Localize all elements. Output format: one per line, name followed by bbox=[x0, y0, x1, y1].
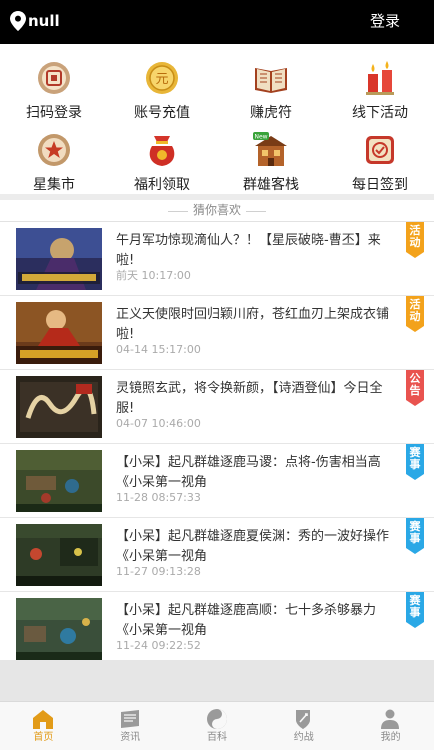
profile-icon bbox=[381, 709, 400, 729]
menu-item-star-market[interactable]: 星集市 bbox=[0, 122, 108, 194]
news-item[interactable]: 正义天使限时回归颖川府，苍红血刃上架成衣铺啦! 04-14 15:17:00 活… bbox=[0, 296, 434, 370]
tag-label: 活动 bbox=[409, 298, 421, 323]
tab-news[interactable]: 资讯 bbox=[87, 702, 174, 750]
tab-battle[interactable]: 约战 bbox=[260, 702, 347, 750]
tab-label: 资讯 bbox=[120, 732, 141, 743]
recommend-section-header: 猜你喜欢 bbox=[0, 200, 434, 222]
category-tag: 活动 bbox=[406, 296, 424, 332]
tag-label: 赛事 bbox=[409, 520, 421, 545]
list-bottom-gap bbox=[0, 660, 434, 701]
book-icon bbox=[255, 68, 287, 93]
news-thumbnail bbox=[16, 376, 102, 438]
news-thumbnail bbox=[16, 228, 102, 290]
tab-label: 百科 bbox=[206, 732, 227, 743]
new-badge: New bbox=[254, 134, 267, 141]
sign-in-icon bbox=[366, 136, 394, 164]
login-button[interactable]: 登录 bbox=[370, 11, 400, 31]
news-item[interactable]: 【小呆】起凡群雄逐鹿夏侯渊：秀的一波好操作《小呆第一视角 11-27 09:13… bbox=[0, 518, 434, 592]
news-thumbnail bbox=[16, 524, 102, 586]
menu-label: 群雄客栈 bbox=[243, 177, 299, 193]
menu-item-recharge[interactable]: 元 账号充值 bbox=[108, 50, 216, 122]
news-thumbnail bbox=[16, 450, 102, 512]
menu-label: 线下活动 bbox=[352, 105, 408, 121]
battle-icon bbox=[296, 710, 311, 729]
tag-label: 赛事 bbox=[409, 594, 421, 619]
inn-icon: New bbox=[253, 132, 287, 166]
news-item[interactable]: 午月军功惊现滴仙人？！【星辰破晓-曹丕】来啦! 前天 10:17:00 活动 bbox=[0, 222, 434, 296]
menu-label: 账号充值 bbox=[134, 105, 190, 121]
menu-label: 福利领取 bbox=[134, 177, 190, 193]
news-time: 04-14 15:17:00 bbox=[116, 343, 201, 356]
news-title: 【小呆】起凡群雄逐鹿高顺：七十多杀够暴力《小呆第一视角 bbox=[116, 603, 377, 638]
title-rule-right bbox=[246, 211, 266, 212]
menu-item-earn-tiger-token[interactable]: 赚虎符 bbox=[217, 50, 325, 122]
news-time: 04-07 10:46:00 bbox=[116, 417, 201, 430]
news-title: 灵镜照玄武，将令换新颜，【诗酒登仙】今日全服! bbox=[116, 381, 383, 416]
news-title: 正义天使限时回归颖川府，苍红血刃上架成衣铺啦! bbox=[116, 307, 390, 342]
bottom-tab-bar: 首页 资讯 百科 约战 我的 bbox=[0, 701, 434, 750]
star-seal-icon bbox=[38, 134, 70, 166]
category-tag: 赛事 bbox=[406, 592, 424, 628]
feature-grid: 扫码登录 元 账号充值 赚虎符 线下活动 星集市 福利领取 New 群雄客栈 每… bbox=[0, 44, 434, 194]
tab-profile[interactable]: 我的 bbox=[347, 702, 434, 750]
menu-item-hero-inn[interactable]: New 群雄客栈 bbox=[217, 122, 325, 194]
tag-label: 公告 bbox=[409, 372, 421, 397]
candle-icon bbox=[366, 61, 394, 95]
menu-label: 每日签到 bbox=[352, 177, 408, 193]
news-thumbnail bbox=[16, 598, 102, 660]
menu-item-daily-sign-in[interactable]: 每日签到 bbox=[326, 122, 434, 194]
news-item[interactable]: 【小呆】起凡群雄逐鹿高顺：七十多杀够暴力《小呆第一视角 11-24 09:22:… bbox=[0, 592, 434, 666]
news-title: 【小呆】起凡群雄逐鹿夏侯渊：秀的一波好操作《小呆第一视角 bbox=[116, 529, 390, 564]
news-item[interactable]: 灵镜照玄武，将令换新颜，【诗酒登仙】今日全服! 04-07 10:46:00 公… bbox=[0, 370, 434, 444]
news-time: 11-27 09:13:28 bbox=[116, 565, 201, 578]
news-icon bbox=[120, 710, 139, 728]
top-bar: null 登录 bbox=[0, 0, 434, 44]
menu-item-welfare[interactable]: 福利领取 bbox=[108, 122, 216, 194]
news-time: 11-28 08:57:33 bbox=[116, 491, 201, 504]
tab-label: 我的 bbox=[380, 732, 401, 743]
tag-label: 活动 bbox=[409, 224, 421, 249]
username: null bbox=[28, 12, 60, 30]
news-title: 【小呆】起凡群雄逐鹿马谡：点将-伤害相当高《小呆第一视角 bbox=[116, 455, 381, 490]
tag-label: 赛事 bbox=[409, 446, 421, 471]
news-thumbnail bbox=[16, 302, 102, 364]
svg-text:元: 元 bbox=[155, 72, 168, 87]
news-item[interactable]: 【小呆】起凡群雄逐鹿马谡：点将-伤害相当高《小呆第一视角 11-28 08:57… bbox=[0, 444, 434, 518]
section-title: 猜你喜欢 bbox=[192, 203, 241, 217]
tab-label: 首页 bbox=[33, 732, 54, 743]
category-tag: 活动 bbox=[406, 222, 424, 258]
menu-item-scan-login[interactable]: 扫码登录 bbox=[0, 50, 108, 122]
yinyang-icon bbox=[206, 709, 227, 729]
lucky-bag-icon bbox=[149, 136, 175, 166]
category-tag: 赛事 bbox=[406, 444, 424, 480]
menu-label: 赚虎符 bbox=[250, 105, 292, 121]
coin-recharge-icon: 元 bbox=[146, 62, 178, 94]
home-icon bbox=[33, 710, 53, 729]
tab-home[interactable]: 首页 bbox=[0, 702, 87, 750]
news-time: 前天 10:17:00 bbox=[116, 269, 191, 282]
menu-label: 扫码登录 bbox=[26, 105, 82, 121]
menu-label: 星集市 bbox=[33, 177, 75, 193]
category-tag: 赛事 bbox=[406, 518, 424, 554]
tab-wiki[interactable]: 百科 bbox=[174, 702, 261, 750]
menu-item-offline-event[interactable]: 线下活动 bbox=[326, 50, 434, 122]
location-pin-icon bbox=[10, 11, 26, 31]
news-title: 午月军功惊现滴仙人？！【星辰破晓-曹丕】来啦! bbox=[116, 233, 381, 268]
tab-label: 约战 bbox=[293, 732, 314, 743]
category-tag: 公告 bbox=[406, 370, 424, 406]
scan-login-icon bbox=[38, 62, 70, 94]
news-time: 11-24 09:22:52 bbox=[116, 639, 201, 652]
